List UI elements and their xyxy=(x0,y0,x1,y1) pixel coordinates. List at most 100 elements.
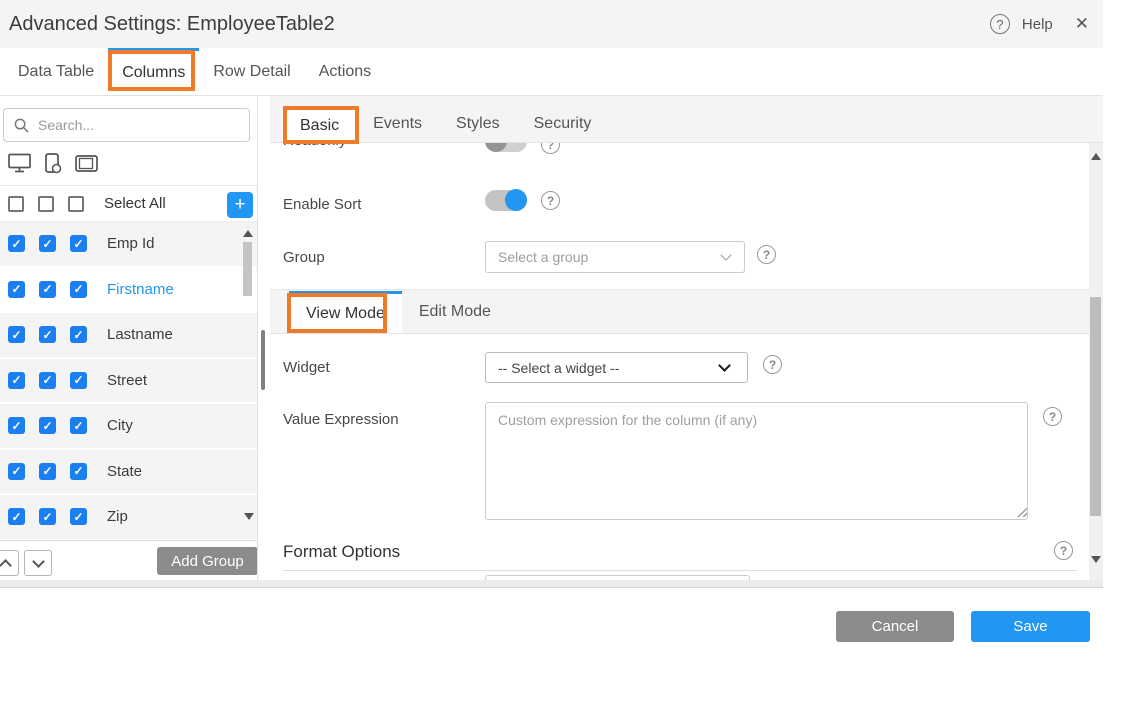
enable-sort-toggle[interactable] xyxy=(485,190,527,211)
tab-security[interactable]: Security xyxy=(517,106,609,142)
select-all-checkbox-mobile[interactable] xyxy=(38,196,54,212)
column-name: Emp Id xyxy=(107,235,155,252)
search-input[interactable] xyxy=(38,117,218,133)
checkbox-checked[interactable]: ✓ xyxy=(70,463,87,480)
chevron-down-icon xyxy=(718,359,731,372)
column-name: Street xyxy=(107,372,147,389)
column-list: ✓ ✓ ✓ Emp Id ✓ ✓ ✓ Firstname ✓ ✓ ✓ Lastn… xyxy=(0,222,258,541)
checkbox-checked[interactable]: ✓ xyxy=(8,417,25,434)
toggle-knob xyxy=(485,143,507,152)
panel-tabbar: Basic Events Styles Security xyxy=(270,96,1103,143)
format-options-heading: Format Options xyxy=(283,542,400,562)
tab-actions[interactable]: Actions xyxy=(305,48,385,95)
column-row-street[interactable]: ✓ ✓ ✓ Street xyxy=(0,359,258,403)
tab-row-detail[interactable]: Row Detail xyxy=(199,48,304,95)
column-row-zip[interactable]: ✓ ✓ ✓ Zip xyxy=(0,495,258,539)
scrollbar-thumb[interactable] xyxy=(1090,297,1101,516)
device-toggle-group xyxy=(8,153,98,174)
enable-sort-help-icon[interactable]: ? xyxy=(541,191,560,210)
scroll-up-icon[interactable] xyxy=(1091,153,1101,160)
desktop-icon[interactable] xyxy=(8,153,32,174)
readonly-help-icon[interactable]: ? xyxy=(541,143,560,154)
toggle-knob xyxy=(505,189,527,211)
checkbox-checked[interactable]: ✓ xyxy=(8,235,25,252)
checkbox-checked[interactable]: ✓ xyxy=(39,508,56,525)
column-name: State xyxy=(107,463,142,480)
readonly-toggle[interactable] xyxy=(485,143,527,152)
checkbox-checked[interactable]: ✓ xyxy=(8,326,25,343)
checkbox-checked[interactable]: ✓ xyxy=(70,372,87,389)
checkbox-checked[interactable]: ✓ xyxy=(70,281,87,298)
value-expression-help-icon[interactable]: ? xyxy=(1043,407,1062,426)
chevron-up-icon xyxy=(0,559,11,572)
sidebar-scrollbar-thumb[interactable] xyxy=(243,242,252,296)
tab-events[interactable]: Events xyxy=(356,106,439,142)
scroll-down-icon[interactable] xyxy=(244,513,254,520)
help-button[interactable]: Help xyxy=(1022,16,1053,33)
dialog-title: Advanced Settings: EmployeeTable2 xyxy=(9,0,335,48)
add-column-button[interactable]: + xyxy=(227,192,253,218)
save-button[interactable]: Save xyxy=(971,611,1090,642)
enable-sort-label: Enable Sort xyxy=(283,196,361,213)
group-help-icon[interactable]: ? xyxy=(757,245,776,264)
checkbox-checked[interactable]: ✓ xyxy=(70,326,87,343)
column-row-firstname[interactable]: ✓ ✓ ✓ Firstname xyxy=(0,268,258,312)
column-row-lastname[interactable]: ✓ ✓ ✓ Lastname xyxy=(0,313,258,357)
column-name: Lastname xyxy=(107,326,173,343)
checkbox-checked[interactable]: ✓ xyxy=(39,372,56,389)
value-expression-input[interactable] xyxy=(485,402,1028,520)
move-up-button[interactable] xyxy=(0,550,19,576)
checkbox-checked[interactable]: ✓ xyxy=(39,463,56,480)
widget-select[interactable]: -- Select a widget -- xyxy=(485,352,748,383)
tab-styles[interactable]: Styles xyxy=(439,106,517,142)
checkbox-checked[interactable]: ✓ xyxy=(8,372,25,389)
search-icon xyxy=(14,118,29,133)
column-name: City xyxy=(107,417,133,434)
checkbox-checked[interactable]: ✓ xyxy=(39,281,56,298)
checkbox-checked[interactable]: ✓ xyxy=(39,417,56,434)
tab-basic[interactable]: Basic xyxy=(283,106,356,142)
divider xyxy=(283,570,1077,571)
move-down-button[interactable] xyxy=(24,550,52,576)
column-row-city[interactable]: ✓ ✓ ✓ City xyxy=(0,404,258,448)
tab-columns[interactable]: Columns xyxy=(108,48,199,95)
add-group-button[interactable]: Add Group xyxy=(157,547,258,575)
dialog-header: Advanced Settings: EmployeeTable2 ? Help… xyxy=(0,0,1103,48)
checkbox-checked[interactable]: ✓ xyxy=(70,508,87,525)
chevron-down-icon xyxy=(720,249,731,260)
format-options-help-icon[interactable]: ? xyxy=(1054,541,1073,560)
panel-splitter-handle[interactable] xyxy=(261,330,265,390)
tab-view-mode[interactable]: View Mode xyxy=(289,291,402,333)
select-all-checkbox-tablet[interactable] xyxy=(68,196,84,212)
column-row-state[interactable]: ✓ ✓ ✓ State xyxy=(0,450,258,494)
checkbox-checked[interactable]: ✓ xyxy=(8,508,25,525)
value-expression-label: Value Expression xyxy=(283,411,399,428)
checkbox-checked[interactable]: ✓ xyxy=(8,463,25,480)
tablet-icon[interactable] xyxy=(75,155,98,173)
scroll-up-icon[interactable] xyxy=(243,230,253,237)
mobile-icon[interactable] xyxy=(45,153,62,174)
chevron-down-icon xyxy=(32,555,45,568)
column-name: Firstname xyxy=(107,281,174,298)
content-scrollbar[interactable] xyxy=(1089,143,1103,580)
select-all-row: Select All + xyxy=(0,186,258,222)
select-all-checkbox-desktop[interactable] xyxy=(8,196,24,212)
search-box[interactable] xyxy=(3,108,250,142)
column-name: Zip xyxy=(107,508,128,525)
widget-help-icon[interactable]: ? xyxy=(763,355,782,374)
tab-data-table[interactable]: Data Table xyxy=(4,48,108,95)
readonly-label: Readonly xyxy=(283,143,346,149)
scroll-down-icon[interactable] xyxy=(1091,556,1101,563)
checkbox-checked[interactable]: ✓ xyxy=(39,235,56,252)
cancel-button[interactable]: Cancel xyxy=(836,611,954,642)
basic-settings-panel: Readonly ? Enable Sort ? Group Select a … xyxy=(270,143,1089,580)
group-select[interactable]: Select a group xyxy=(485,241,745,273)
close-icon[interactable]: ✕ xyxy=(1075,14,1089,34)
tab-edit-mode[interactable]: Edit Mode xyxy=(402,291,508,333)
help-icon[interactable]: ? xyxy=(990,14,1010,34)
checkbox-checked[interactable]: ✓ xyxy=(70,235,87,252)
checkbox-checked[interactable]: ✓ xyxy=(70,417,87,434)
checkbox-checked[interactable]: ✓ xyxy=(39,326,56,343)
column-row-emp-id[interactable]: ✓ ✓ ✓ Emp Id xyxy=(0,222,258,266)
checkbox-checked[interactable]: ✓ xyxy=(8,281,25,298)
